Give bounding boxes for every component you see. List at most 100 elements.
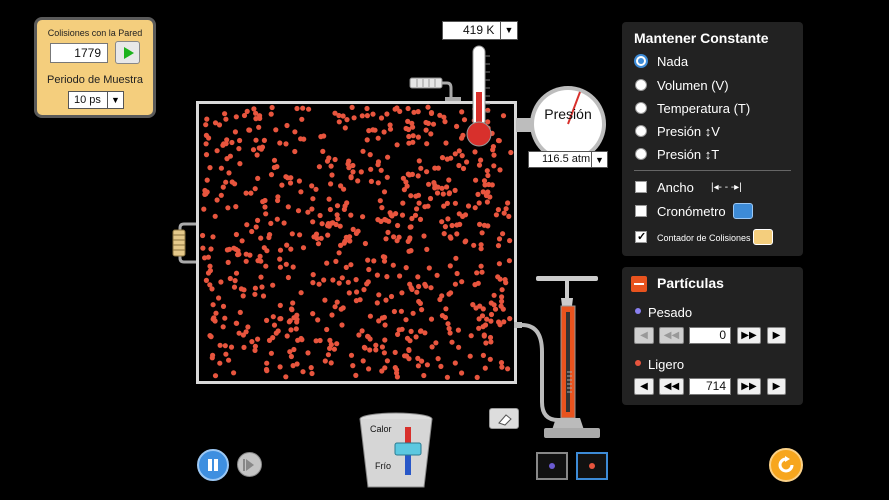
- light-particle: [260, 293, 267, 299]
- light-particle: [206, 135, 212, 141]
- light-count-field[interactable]: 714: [689, 378, 731, 395]
- light-particle: [360, 148, 366, 154]
- light-particle: [324, 260, 330, 266]
- step-forward-button[interactable]: [237, 452, 262, 477]
- light-particle: [326, 196, 332, 202]
- collapse-button[interactable]: [631, 276, 647, 292]
- light-particle: [492, 306, 499, 312]
- radio-button[interactable]: [635, 55, 647, 67]
- light-increment-button[interactable]: ▶: [767, 378, 786, 395]
- light-particle: [417, 216, 424, 222]
- reset-all-button[interactable]: [769, 448, 803, 482]
- light-particle: [373, 347, 379, 353]
- light-particle: [348, 352, 355, 358]
- light-particle: [255, 175, 261, 181]
- light-particle: [310, 196, 316, 202]
- light-particle: [266, 234, 272, 241]
- checkbox[interactable]: [635, 229, 647, 245]
- light-particle: [233, 320, 239, 326]
- heavy-increment-button[interactable]: ▶: [767, 327, 786, 344]
- heavy-label: Pesado: [648, 305, 693, 320]
- pressure-readout[interactable]: 116.5 atm ▼: [528, 151, 608, 168]
- light-particle: [491, 152, 497, 158]
- light-particle: [406, 347, 412, 353]
- light-particle: [367, 347, 373, 353]
- light-particle: [396, 234, 402, 240]
- light-particle: [405, 118, 411, 124]
- light-species-button[interactable]: [576, 452, 608, 480]
- light-particle: [477, 221, 483, 227]
- light-particle: [373, 342, 379, 348]
- light-particle: [454, 231, 460, 237]
- light-particle: [225, 205, 231, 211]
- light-particle: [408, 328, 414, 334]
- heavy-species-button[interactable]: [536, 452, 568, 480]
- light-particle: [309, 370, 315, 377]
- light-particle: [487, 194, 493, 200]
- heavy-decrement-button[interactable]: ◀: [634, 327, 654, 344]
- light-particle: [284, 333, 290, 339]
- light-particle: [253, 224, 259, 230]
- light-particle: [405, 105, 411, 112]
- radio-button[interactable]: [635, 102, 647, 114]
- light-particle: [364, 137, 370, 143]
- reset-icon: [778, 456, 794, 473]
- heavy-count-field[interactable]: 0: [689, 327, 731, 344]
- light-particle: [200, 232, 206, 239]
- heavy-decrement-fast-button[interactable]: ◀◀: [659, 327, 684, 344]
- light-decrement-fast-button[interactable]: ◀◀: [659, 378, 684, 395]
- light-particle: [327, 206, 333, 213]
- light-particle: [476, 316, 482, 322]
- light-particle: [475, 191, 481, 197]
- light-particle: [447, 263, 453, 269]
- eraser-button[interactable]: [489, 408, 519, 429]
- radio-button[interactable]: [635, 125, 647, 137]
- light-particle: [366, 366, 372, 372]
- checkbox[interactable]: [635, 205, 647, 217]
- light-particle: [313, 186, 319, 192]
- light-particle: [270, 282, 276, 288]
- light-particle: [364, 113, 370, 119]
- light-particle: [425, 104, 431, 110]
- light-particle: [348, 175, 354, 181]
- light-particle: [259, 284, 265, 290]
- start-counter-button[interactable]: [115, 41, 140, 64]
- light-particle: [301, 136, 307, 142]
- light-particle: [322, 297, 328, 303]
- light-increment-fast-button[interactable]: ▶▶: [737, 378, 761, 395]
- radio-button[interactable]: [635, 79, 647, 91]
- light-particle: [446, 325, 452, 332]
- radio-button[interactable]: [635, 148, 647, 160]
- light-particle: [445, 216, 451, 222]
- light-particle: [410, 310, 416, 316]
- collision-counter-panel[interactable]: Colisiones con la Pared 1779 Periodo de …: [34, 17, 156, 118]
- pump-icon[interactable]: [514, 272, 606, 442]
- light-particle: [390, 262, 396, 268]
- light-particle: [203, 152, 210, 158]
- light-particle: [277, 247, 284, 253]
- light-particle: [204, 177, 210, 183]
- checkbox[interactable]: [635, 181, 647, 193]
- light-particle: [226, 170, 232, 176]
- light-particle: [214, 197, 220, 203]
- temperature-readout[interactable]: 419 K ▼: [442, 21, 518, 40]
- heat-cool-bucket[interactable]: [355, 411, 437, 493]
- constant-parameter-panel: Mantener Constante Nada Volumen (V) Temp…: [622, 22, 803, 256]
- light-particle: [424, 141, 430, 147]
- light-particle: [224, 156, 230, 162]
- light-particle: [309, 183, 315, 189]
- light-particle: [418, 165, 424, 171]
- pause-button[interactable]: [197, 449, 229, 481]
- light-particle: [243, 258, 249, 264]
- light-particle: [498, 360, 505, 366]
- light-particle: [449, 222, 455, 229]
- light-particle: [229, 179, 235, 185]
- heavy-increment-fast-button[interactable]: ▶▶: [737, 327, 761, 344]
- light-particle: [404, 335, 411, 341]
- light-decrement-button[interactable]: ◀: [634, 378, 654, 395]
- light-particle: [400, 200, 406, 206]
- sample-period-select[interactable]: 10 ps ▼: [68, 91, 124, 109]
- light-particle: [392, 349, 398, 355]
- light-particle: [339, 322, 345, 328]
- light-particle: [382, 322, 388, 328]
